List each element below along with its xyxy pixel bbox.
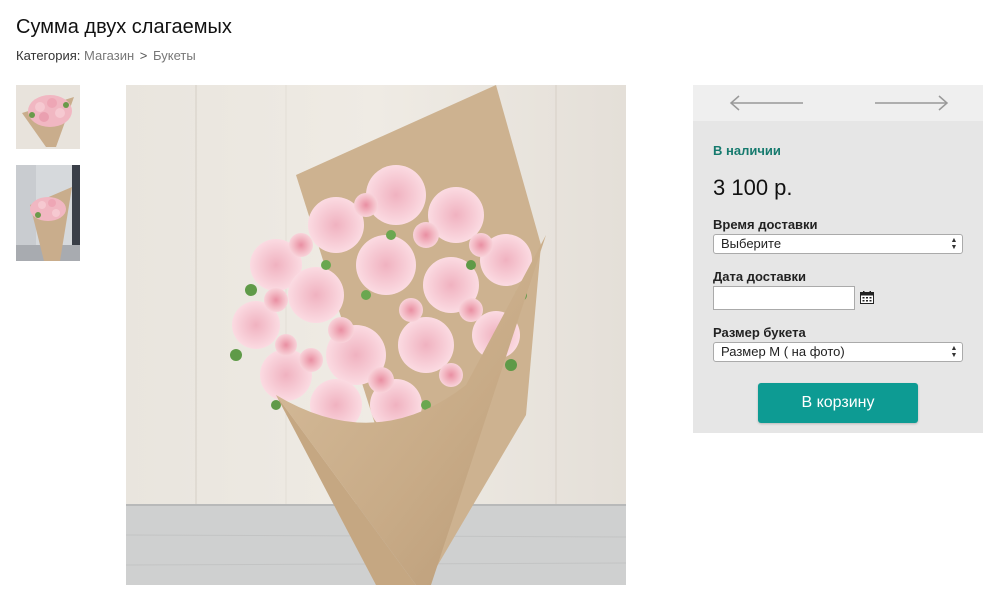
- gallery-thumbnail-1[interactable]: [16, 85, 80, 149]
- bouquet-size-label: Размер букета: [713, 325, 806, 340]
- category-label: Категория:: [16, 48, 81, 63]
- purchase-panel: В наличии 3 100 р. Время доставки Выбери…: [693, 85, 983, 433]
- breadcrumb: Категория: Магазин > Букеты: [16, 48, 196, 63]
- delivery-time-value: Выберите: [721, 236, 782, 251]
- arrow-right-icon[interactable]: [871, 93, 951, 113]
- delivery-time-select[interactable]: Выберите ▲ ▼: [713, 234, 963, 254]
- bouquet-image: [126, 85, 626, 585]
- product-price: 3 100 р.: [713, 175, 793, 200]
- delivery-time-label: Время доставки: [713, 217, 818, 232]
- breadcrumb-link-bouquets[interactable]: Букеты: [153, 48, 196, 63]
- delivery-date-label: Дата доставки: [713, 269, 807, 284]
- bouquet-size-value: Размер M ( на фото): [721, 344, 845, 359]
- select-caret-icon: ▲ ▼: [950, 237, 958, 251]
- delivery-date-input[interactable]: [713, 286, 855, 310]
- breadcrumb-link-shop[interactable]: Магазин: [84, 48, 134, 63]
- bouquet-size-select[interactable]: Размер M ( на фото) ▲ ▼: [713, 342, 963, 362]
- add-to-cart-button[interactable]: В корзину: [758, 383, 918, 423]
- arrow-left-icon[interactable]: [727, 93, 807, 113]
- bouquet-thumbnail-image: [16, 85, 80, 149]
- gallery-thumbnail-2[interactable]: [16, 165, 80, 261]
- availability-status: В наличии: [713, 143, 781, 158]
- bouquet-thumbnail-image: [16, 165, 80, 261]
- select-caret-icon: ▲ ▼: [950, 345, 958, 359]
- product-navigation: [693, 85, 983, 121]
- main-product-photo[interactable]: [126, 85, 626, 585]
- product-title: Сумма двух слагаемых: [16, 16, 232, 38]
- calendar-icon[interactable]: [860, 291, 874, 304]
- breadcrumb-separator: >: [139, 48, 148, 63]
